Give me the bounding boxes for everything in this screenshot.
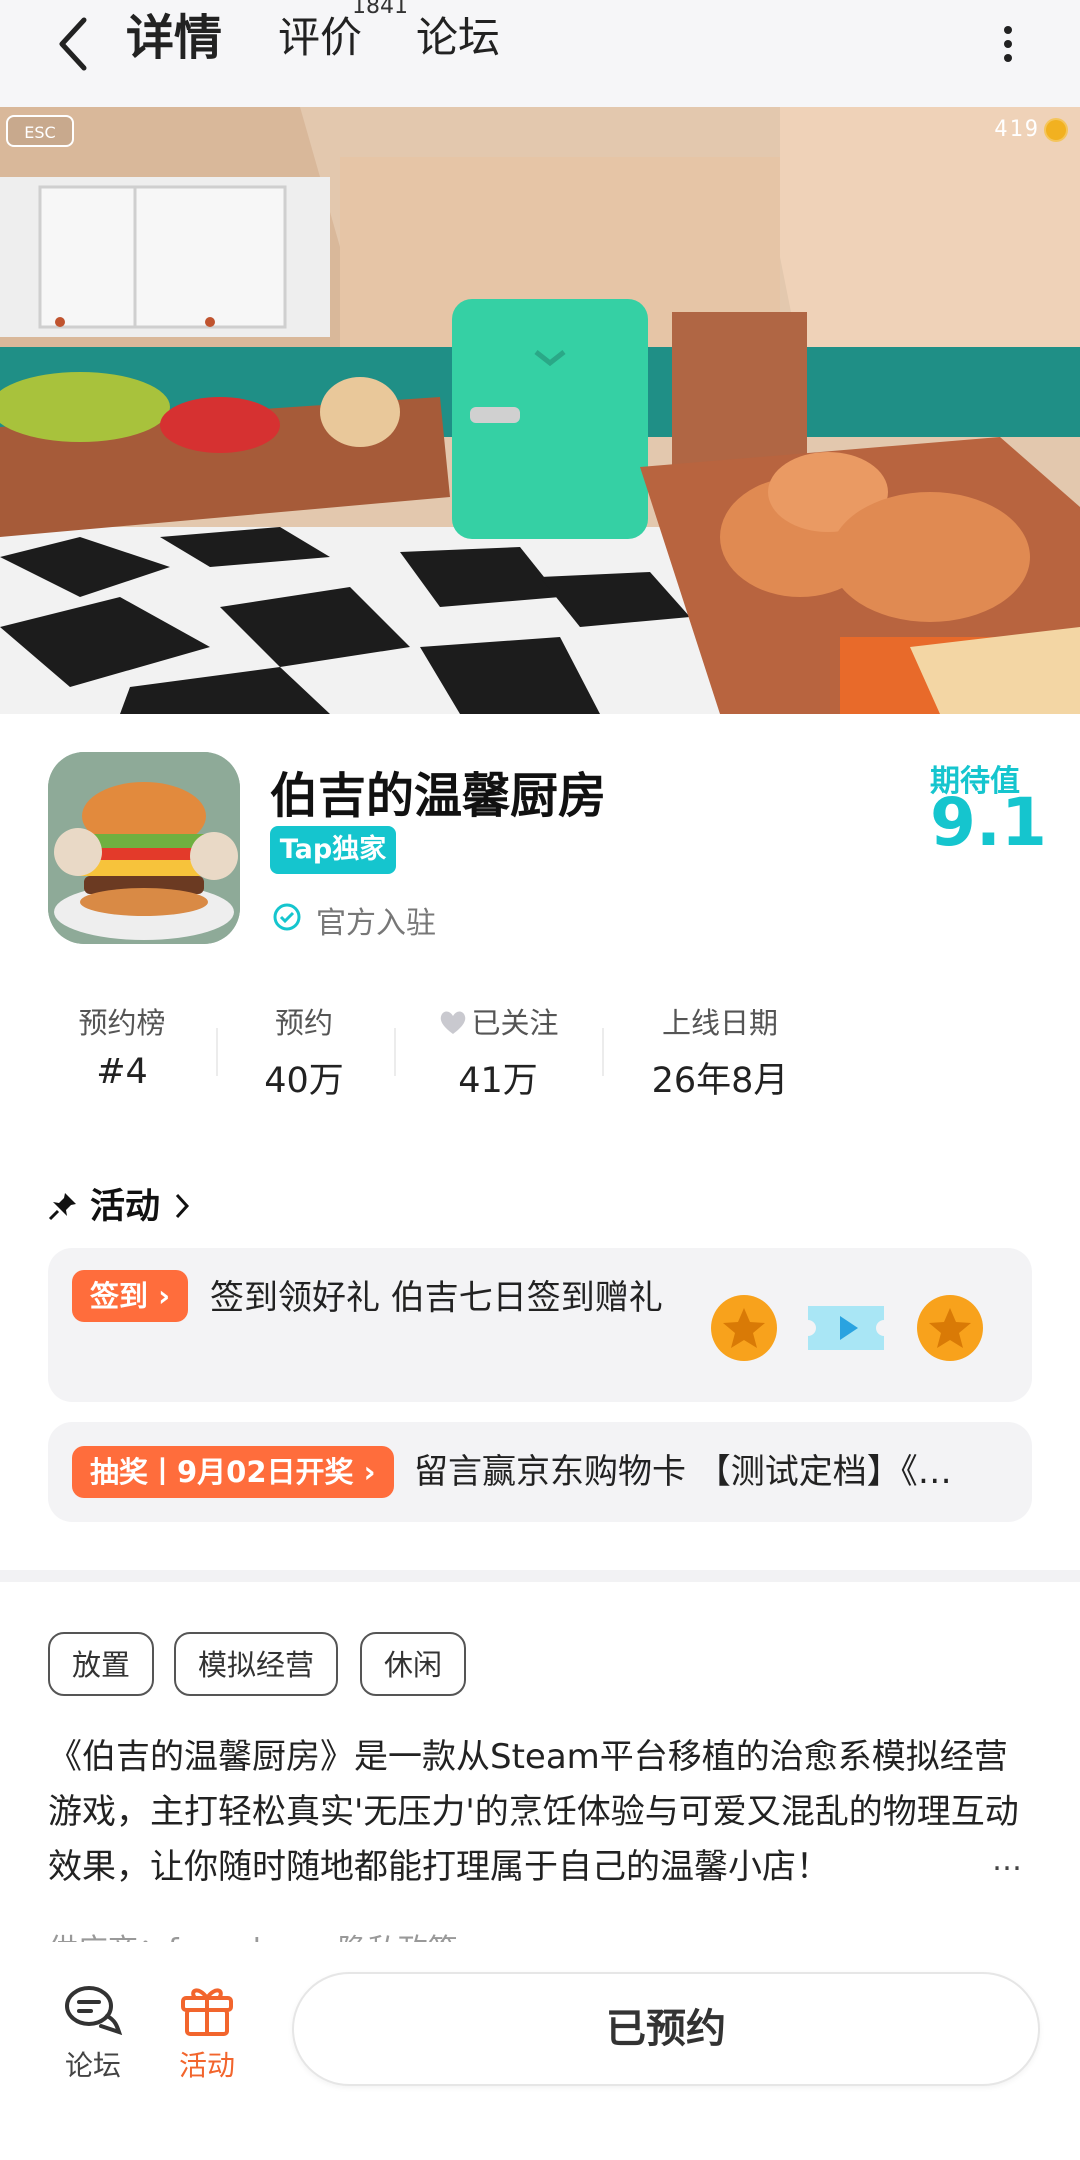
pin-icon bbox=[48, 1193, 76, 1221]
game-title: 伯吉的温馨厨房 bbox=[270, 768, 607, 824]
tab-review[interactable]: 评价 bbox=[278, 8, 362, 68]
activity-header[interactable]: 活动 bbox=[48, 1178, 192, 1229]
review-count-badge: 1841 bbox=[352, 0, 408, 19]
game-icon bbox=[48, 752, 240, 944]
star-coin-icon bbox=[917, 1295, 983, 1361]
stat-release-date-label: 上线日期 bbox=[661, 1006, 778, 1040]
coin-count-value: 419 bbox=[994, 117, 1040, 142]
divider bbox=[602, 1028, 604, 1076]
bottom-bar: 论坛 活动 已预约 bbox=[0, 1942, 1080, 2160]
stat-reservations-label: 预约 bbox=[274, 1006, 333, 1040]
coin-icon bbox=[1044, 118, 1068, 142]
stat-rank-value: #4 bbox=[96, 1052, 148, 1092]
description-more[interactable]: … bbox=[992, 1843, 1022, 1878]
bottom-activity-label: 活动 bbox=[178, 2049, 235, 2082]
lottery-pill: 抽奖丨9月02日开奖 › bbox=[72, 1446, 394, 1498]
stat-followers-label-wrap: 已关注 bbox=[408, 1000, 588, 1042]
chat-bubble-icon bbox=[65, 1986, 123, 2036]
stat-followers[interactable]: 已关注 41万 bbox=[408, 1000, 588, 1103]
stat-reservations[interactable]: 预约 40万 bbox=[214, 1000, 394, 1103]
stat-followers-value: 41万 bbox=[458, 1061, 538, 1101]
game-description[interactable]: 《伯吉的温馨厨房》是一款从Steam平台移植的治愈系模拟经营游戏，主打轻松真实'… bbox=[48, 1730, 1032, 1895]
bottom-forum-button[interactable]: 论坛 bbox=[48, 1982, 138, 2084]
tag-idle[interactable]: 放置 bbox=[48, 1632, 155, 1696]
bottom-forum-label: 论坛 bbox=[64, 2049, 121, 2082]
expect-score: 9.1 bbox=[930, 784, 1047, 861]
star-coin-icon bbox=[711, 1295, 777, 1361]
coin-counter: 419 bbox=[994, 117, 1068, 142]
stat-rank[interactable]: 预约榜 #4 bbox=[32, 1000, 212, 1092]
stat-reservations-value: 40万 bbox=[264, 1061, 344, 1101]
tap-exclusive-badge: Tap独家 bbox=[270, 826, 396, 874]
section-divider bbox=[0, 1570, 1080, 1582]
activity-card-checkin[interactable]: 签到领好礼 伯吉七日签到赠礼 签到 › bbox=[48, 1248, 1032, 1402]
kitchen-scene-image bbox=[0, 107, 1080, 714]
back-icon[interactable] bbox=[52, 12, 96, 76]
stat-rank-label: 预约榜 bbox=[78, 1006, 166, 1040]
verified-check-icon bbox=[273, 903, 301, 931]
hero-video[interactable]: ESC 419 bbox=[0, 107, 1080, 714]
reserved-button[interactable]: 已预约 bbox=[292, 1972, 1040, 2086]
tab-review-label: 评价 bbox=[278, 13, 363, 62]
activity-title: 活动 bbox=[90, 1187, 161, 1227]
chevron-right-icon bbox=[175, 1193, 190, 1219]
official-verified-label: 官方入驻 bbox=[316, 906, 436, 941]
activity-card-lottery[interactable]: 抽奖丨9月02日开奖 › 留言赢京东购物卡 【测试定档】《… bbox=[48, 1422, 1032, 1522]
esc-button[interactable]: ESC bbox=[6, 115, 74, 147]
tag-simulation[interactable]: 模拟经营 bbox=[174, 1632, 339, 1696]
activity-card-lottery-text: 留言赢京东购物卡 【测试定档】《… bbox=[414, 1452, 952, 1492]
tab-forum[interactable]: 论坛 bbox=[416, 8, 500, 68]
bottom-activity-button[interactable]: 活动 bbox=[162, 1982, 252, 2084]
tab-detail-label: 详情 bbox=[126, 10, 223, 66]
esc-label: ESC bbox=[24, 123, 56, 142]
more-vertical-icon[interactable] bbox=[998, 14, 1018, 74]
gift-icon bbox=[181, 1988, 233, 2036]
top-nav: 详情 评价 1841 论坛 bbox=[0, 0, 1080, 107]
reserved-button-label: 已预约 bbox=[606, 2006, 726, 2052]
divider bbox=[394, 1028, 396, 1076]
stat-release-date-value: 26年8月 bbox=[651, 1061, 789, 1101]
tab-detail[interactable]: 详情 bbox=[122, 8, 227, 70]
checkin-pill: 签到 › bbox=[72, 1270, 189, 1322]
tab-forum-label: 论坛 bbox=[416, 13, 501, 62]
stat-release-date[interactable]: 上线日期 26年8月 bbox=[630, 1000, 810, 1103]
heart-icon bbox=[441, 1011, 466, 1034]
stat-followers-label: 已关注 bbox=[471, 1006, 559, 1040]
tag-casual[interactable]: 休闲 bbox=[360, 1632, 467, 1696]
ticket-icon bbox=[808, 1306, 884, 1350]
